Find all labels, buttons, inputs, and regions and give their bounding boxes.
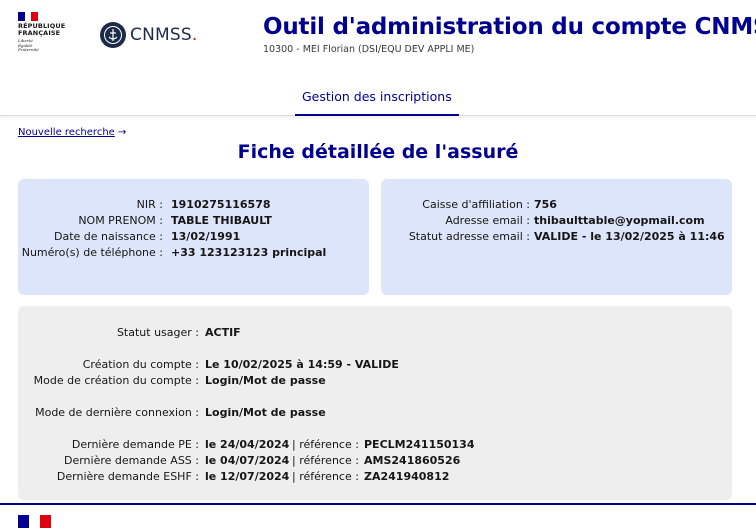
name-value: TABLE THIBAULT	[171, 214, 272, 227]
account-creation-value: Le 10/02/2025 à 14:59 - VALIDE	[205, 358, 399, 371]
request-ref-label: | référence :	[292, 438, 359, 451]
last-login-mode-label: Mode de dernière connexion :	[35, 406, 199, 419]
footer-divider	[0, 503, 756, 505]
creation-mode-label: Mode de création du compte :	[33, 374, 199, 387]
footer-marianne-flag-icon	[18, 515, 51, 528]
phone-value: +33 123123123 principal	[171, 246, 327, 259]
request-ref-label: | référence :	[292, 454, 359, 467]
request-date: le 12/07/2024	[205, 470, 290, 483]
rf-motto: Liberté Égalité Fraternité	[18, 38, 68, 53]
cnmss-logo-word: CNMSS	[130, 25, 192, 45]
request-ref-label: | référence :	[292, 470, 359, 483]
account-creation-label: Création du compte :	[82, 358, 199, 371]
app-subtitle: 10300 - MEI Florian (DSI/EQU DEV APPLI M…	[263, 44, 475, 55]
arrow-right-icon: →	[117, 127, 127, 138]
cnmss-seal-icon	[100, 22, 126, 48]
republique-francaise-logo: RÉPUBLIQUE FRANÇAISE Liberté Égalité Fra…	[18, 12, 68, 53]
cnmss-logo: CNMSS.	[100, 22, 197, 48]
last-login-mode-value: Login/Mot de passe	[205, 406, 326, 419]
new-search-link[interactable]: Nouvelle recherche →	[18, 127, 126, 138]
creation-mode-value: Login/Mot de passe	[205, 374, 326, 387]
site-header: RÉPUBLIQUE FRANÇAISE Liberté Égalité Fra…	[0, 0, 756, 80]
birth-date-label: Date de naissance :	[54, 230, 163, 243]
birth-date-value: 13/02/1991	[171, 230, 241, 243]
request-date: le 04/07/2024	[205, 454, 290, 467]
user-status-label: Statut usager :	[116, 326, 199, 339]
caisse-value: 756	[534, 198, 557, 211]
page-title: Fiche détaillée de l'assuré	[237, 141, 519, 163]
request-ref-value: AMS241860526	[364, 454, 461, 467]
name-label: NOM PRENOM :	[78, 214, 163, 227]
caisse-label: Caisse d'affiliation :	[422, 198, 530, 211]
request-date: le 24/04/2024	[205, 438, 290, 451]
main-nav: Gestion des inscriptions	[0, 80, 756, 116]
request-label: Dernière demande ASS :	[63, 454, 199, 467]
contact-card: Caisse d'affiliation : 756 Adresse email…	[381, 179, 732, 295]
marianne-flag-icon	[18, 12, 38, 21]
nir-value: 1910275116578	[171, 198, 271, 211]
email-value: thibaulttable@yopmail.com	[534, 214, 705, 227]
phone-label: Numéro(s) de téléphone :	[21, 246, 163, 259]
request-ref-value: ZA241940812	[364, 470, 450, 483]
user-status-value: ACTIF	[205, 326, 241, 339]
nir-label: NIR :	[136, 198, 163, 211]
app-title: Outil d'administration du compte CNMSS	[263, 14, 756, 40]
identity-card: NIR : 1910275116578 NOM PRENOM : TABLE T…	[18, 179, 369, 295]
cnmss-logo-text: CNMSS.	[130, 25, 197, 45]
new-search-link-label: Nouvelle recherche	[18, 127, 115, 138]
cnmss-logo-dot: .	[191, 25, 198, 45]
request-label: Dernière demande PE :	[71, 438, 199, 451]
email-label: Adresse email :	[445, 214, 530, 227]
email-status-value: VALIDE - le 13/02/2025 à 11:46	[534, 230, 725, 243]
request-ref-value: PECLM241150134	[364, 438, 475, 451]
email-status-label: Statut adresse email :	[408, 230, 530, 243]
rf-line-2: FRANÇAISE	[18, 29, 61, 37]
account-card: Statut usager : ACTIF Création du compte…	[18, 306, 732, 500]
request-label: Dernière demande ESHF :	[56, 470, 199, 483]
rf-motto-3: Fraternité	[18, 47, 39, 53]
nav-item-gestion-inscriptions[interactable]: Gestion des inscriptions	[295, 80, 459, 116]
